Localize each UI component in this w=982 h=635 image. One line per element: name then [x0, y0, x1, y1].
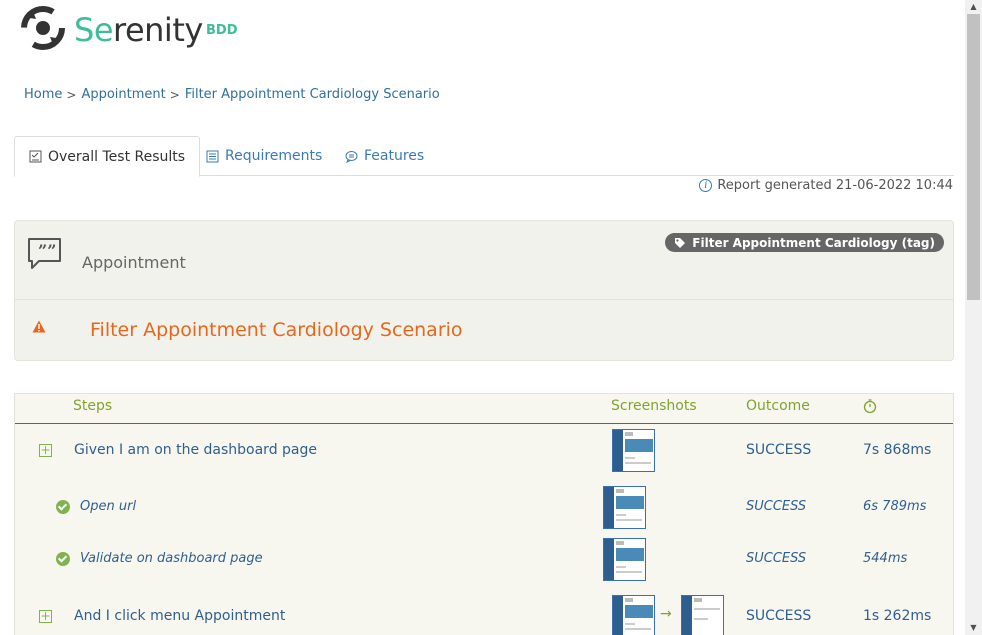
tab-label: Overall Test Results [48, 148, 186, 165]
success-check-icon [56, 552, 70, 566]
success-check-icon [56, 500, 70, 514]
expand-icon[interactable]: + [39, 444, 52, 457]
report-generated: i Report generated 21-06-2022 10:44 [699, 178, 953, 193]
arrow-right-icon: → [660, 606, 672, 622]
tag-badge[interactable]: Filter Appointment Cardiology (tag) [665, 233, 944, 252]
step-outcome: SUCCESS [746, 499, 807, 514]
chevron-right-icon: > [169, 87, 180, 102]
screenshot-thumbnail[interactable] [603, 486, 646, 529]
feature-panel: ”” Appointment Filter Appointment Cardio… [14, 220, 954, 300]
screenshot-thumbnail[interactable] [612, 429, 655, 472]
header-divider [15, 423, 953, 424]
tab-features[interactable]: Features [331, 136, 438, 176]
quote-bubble-icon: ”” [28, 238, 61, 269]
serenity-logo-icon [21, 6, 65, 50]
vertical-scrollbar[interactable]: ▲ ▼ [965, 0, 982, 635]
step-duration: 7s 868ms [863, 442, 932, 458]
list-icon [206, 150, 219, 162]
tab-label: Requirements [225, 148, 323, 164]
column-header-steps: Steps [73, 398, 113, 414]
step-duration: 544ms [863, 551, 908, 566]
scroll-down-arrow-icon[interactable]: ▼ [965, 621, 982, 635]
serenity-logo: Serenity BDD [18, 3, 248, 55]
report-generated-text: Report generated 21-06-2022 10:44 [717, 178, 953, 193]
stopwatch-icon [863, 399, 877, 413]
step-outcome: SUCCESS [746, 608, 812, 624]
tab-overall-test-results[interactable]: Overall Test Results [14, 136, 201, 177]
expand-icon[interactable]: + [39, 610, 52, 623]
tab-bar: Overall Test Results Requirements Featur… [14, 136, 954, 177]
step-outcome: SUCCESS [746, 551, 807, 566]
screenshot-thumbnail[interactable] [603, 538, 646, 581]
comment-icon [345, 150, 358, 163]
chevron-right-icon: > [66, 87, 77, 102]
logo-bdd-label: BDD [206, 23, 238, 38]
scenario-title: Filter Appointment Cardiology Scenario [90, 319, 463, 341]
step-text: And I click menu Appointment [74, 608, 286, 624]
breadcrumb-appointment[interactable]: Appointment [81, 87, 165, 102]
tag-label: Filter Appointment Cardiology (tag) [692, 235, 935, 250]
screenshot-thumbnail[interactable] [681, 595, 724, 635]
tab-requirements[interactable]: Requirements [192, 136, 336, 176]
feature-title: Appointment [82, 253, 186, 272]
steps-table: Steps Screenshots Outcome + Given I am o… [14, 393, 954, 635]
svg-text:””: ”” [38, 241, 56, 260]
step-text: Open url [80, 499, 137, 514]
scrollbar-thumb[interactable] [967, 14, 980, 300]
tag-icon [675, 237, 686, 248]
step-outcome: SUCCESS [746, 442, 812, 458]
column-header-outcome: Outcome [746, 398, 810, 414]
step-text: Validate on dashboard page [80, 551, 263, 566]
breadcrumb: Home > Appointment > Filter Appointment … [24, 87, 440, 102]
tab-label: Features [364, 148, 425, 164]
scroll-up-arrow-icon[interactable]: ▲ [965, 0, 982, 14]
warning-icon [32, 320, 46, 333]
step-text: Given I am on the dashboard page [74, 442, 317, 458]
logo-wordmark: Serenity [74, 11, 203, 49]
breadcrumb-current[interactable]: Filter Appointment Cardiology Scenario [185, 87, 440, 102]
info-icon: i [699, 179, 713, 192]
column-header-screenshots: Screenshots [611, 398, 697, 414]
scenario-panel: Filter Appointment Cardiology Scenario [14, 300, 954, 361]
breadcrumb-home[interactable]: Home [24, 87, 62, 102]
step-duration: 6s 789ms [863, 499, 927, 514]
screenshot-thumbnail[interactable] [612, 595, 655, 635]
step-duration: 1s 262ms [863, 608, 932, 624]
checklist-icon [29, 150, 42, 163]
